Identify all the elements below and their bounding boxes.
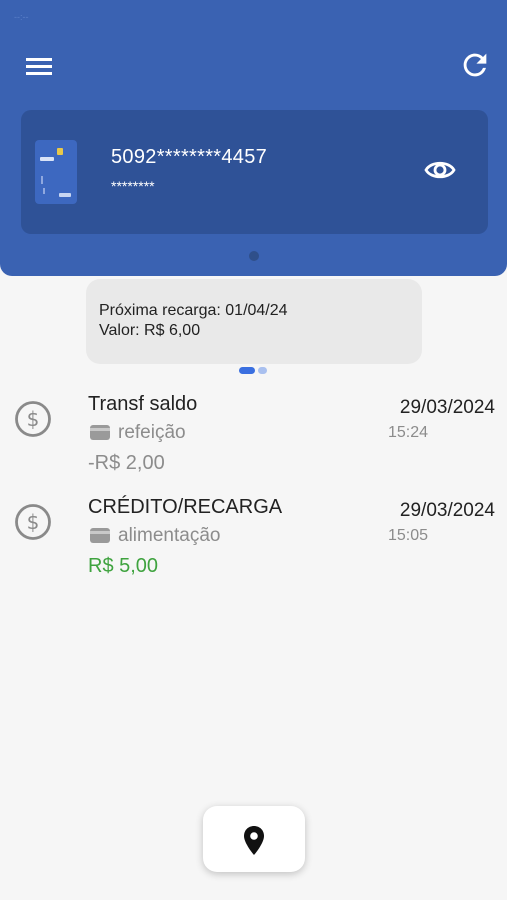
next-recharge-text: Próxima recarga: 01/04/24 bbox=[99, 302, 288, 319]
wallet-icon bbox=[90, 528, 110, 543]
refresh-button[interactable] bbox=[458, 48, 492, 82]
location-pin-icon bbox=[244, 826, 264, 855]
card-thumbnail bbox=[35, 140, 77, 204]
toggle-visibility-button[interactable] bbox=[423, 156, 457, 184]
carousel-indicator-active bbox=[239, 367, 255, 374]
header: --:-- 5092********4457 ******** bbox=[0, 0, 507, 276]
transaction-item[interactable]: $ CRÉDITO/RECARGA alimentação R$ 5,00 29… bbox=[0, 496, 507, 596]
eye-icon bbox=[424, 161, 456, 179]
card-holder: ******** bbox=[111, 178, 155, 194]
status-time: --:-- bbox=[14, 12, 29, 22]
recharge-value-text: Valor: R$ 6,00 bbox=[99, 322, 201, 339]
card-page-indicator bbox=[249, 251, 259, 261]
transaction-date: 29/03/2024 bbox=[399, 397, 495, 418]
location-button[interactable] bbox=[203, 806, 305, 872]
transaction-amount: R$ 5,00 bbox=[88, 555, 159, 577]
card-number: 5092********4457 bbox=[111, 146, 268, 168]
wallet-icon bbox=[90, 425, 110, 440]
refresh-icon bbox=[463, 53, 487, 77]
recharge-info-card[interactable]: Próxima recarga: 01/04/24 Valor: R$ 6,00 bbox=[86, 279, 422, 364]
transaction-item[interactable]: $ Transf saldo refeição -R$ 2,00 29/03/2… bbox=[0, 393, 507, 493]
hamburger-menu-icon bbox=[26, 58, 52, 75]
transaction-category: refeição bbox=[118, 422, 186, 443]
svg-text:$: $ bbox=[27, 510, 40, 534]
card-panel[interactable]: 5092********4457 ******** bbox=[21, 110, 488, 234]
transaction-amount: -R$ 2,00 bbox=[88, 452, 165, 474]
transaction-category: alimentação bbox=[118, 525, 221, 546]
dollar-coin-icon: $ bbox=[15, 401, 51, 437]
dollar-coin-icon: $ bbox=[15, 504, 51, 540]
transaction-time: 15:05 bbox=[388, 527, 429, 544]
carousel-indicator-inactive bbox=[258, 367, 267, 374]
transaction-date: 29/03/2024 bbox=[399, 500, 495, 521]
transaction-title: Transf saldo bbox=[88, 393, 198, 415]
menu-button[interactable] bbox=[22, 50, 56, 82]
transaction-title: CRÉDITO/RECARGA bbox=[88, 496, 283, 518]
svg-text:$: $ bbox=[27, 407, 40, 431]
transaction-time: 15:24 bbox=[388, 424, 429, 441]
